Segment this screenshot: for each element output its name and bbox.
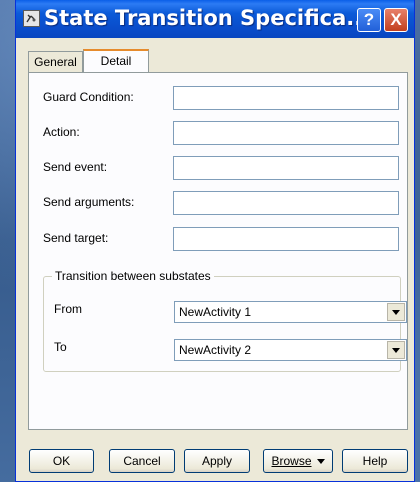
close-button[interactable]: X [384, 8, 408, 32]
substates-group: Transition between substates From NewAct… [43, 269, 407, 372]
apply-button[interactable]: Apply [184, 449, 250, 473]
browse-button-label: Browse [271, 454, 312, 468]
caret-down-icon [316, 459, 325, 465]
guard-condition-field[interactable] [173, 86, 399, 110]
send-target-field[interactable] [173, 227, 399, 251]
cancel-button[interactable]: Cancel [109, 449, 175, 473]
ok-button[interactable]: OK [29, 449, 94, 473]
dialog-window: State Transition Specifica... ? X Genera… [15, 0, 415, 482]
to-label: To [54, 340, 67, 354]
title-bar[interactable]: State Transition Specifica... ? X [16, 0, 414, 38]
application-icon [23, 10, 40, 27]
browse-button[interactable]: Browse [263, 449, 333, 473]
detail-panel: Guard Condition: Action: Send event: Sen… [28, 72, 408, 430]
to-dropdown-value: NewActivity 2 [179, 343, 252, 357]
guard-condition-label: Guard Condition: [43, 90, 134, 104]
tab-general[interactable]: General [28, 51, 83, 73]
send-target-label: Send target: [43, 231, 109, 245]
from-dropdown[interactable]: NewActivity 1 [174, 301, 407, 323]
window-title: State Transition Specifica... [44, 6, 371, 30]
from-label: From [54, 302, 82, 316]
chevron-down-icon[interactable] [387, 341, 405, 359]
help-button[interactable]: Help [342, 449, 408, 473]
action-label: Action: [43, 125, 80, 139]
help-title-button[interactable]: ? [357, 8, 381, 32]
from-dropdown-value: NewActivity 1 [179, 305, 252, 319]
tab-detail[interactable]: Detail [83, 49, 149, 73]
substates-group-title: Transition between substates [52, 269, 214, 283]
action-field[interactable] [173, 121, 399, 145]
send-event-field[interactable] [173, 156, 399, 180]
chevron-down-icon[interactable] [387, 303, 405, 321]
to-dropdown[interactable]: NewActivity 2 [174, 339, 407, 361]
send-arguments-field[interactable] [173, 191, 399, 215]
send-arguments-label: Send arguments: [43, 195, 135, 209]
send-event-label: Send event: [43, 160, 108, 174]
